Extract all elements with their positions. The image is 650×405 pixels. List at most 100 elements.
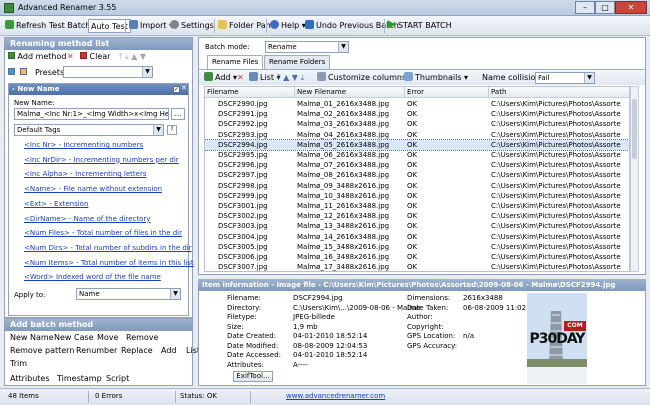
- delete-icon[interactable]: ✕: [67, 52, 74, 61]
- batch-method-new-name[interactable]: New Name: [10, 333, 54, 342]
- cell-filename: DSCF2998.jpg: [218, 181, 268, 190]
- tag-link[interactable]: <Inc NrDir> - Incrementing numbers per d…: [24, 156, 179, 164]
- table-row[interactable]: ✓DSCF3006.jpgMalmø_16_3488x2616.jpgOKC:\…: [205, 252, 629, 262]
- folder-panel-button[interactable]: Folder Panel: [218, 19, 278, 33]
- batch-method-timestamp[interactable]: Timestamp: [57, 374, 102, 383]
- cell-path: C:\Users\Kim\Pictures\Photos\Assorte: [491, 161, 621, 170]
- panel-title: Renaming method list: [5, 38, 192, 50]
- cell-new-filename: Malmø_08_2616x3488.jpg: [297, 171, 390, 180]
- file-grid-scrollbar[interactable]: [630, 86, 639, 272]
- tag-link[interactable]: <Num Files> - Total number of files in t…: [24, 229, 182, 237]
- tag-picker-button[interactable]: ...: [171, 108, 185, 120]
- tag-link[interactable]: <Word> Indexed word of the file name: [24, 273, 161, 281]
- table-row[interactable]: ✓DSCF3001.jpgMalmø_11_2616x3488.jpgOKC:\…: [205, 201, 629, 211]
- table-row[interactable]: ✓DSCF2993.jpgMalmø_04_2616x3488.jpgOKC:\…: [205, 130, 629, 140]
- table-row[interactable]: ✓DSCF3007.jpgMalmø_17_3488x2616.jpgOKC:\…: [205, 262, 629, 271]
- batch-method-replace[interactable]: Replace: [121, 346, 153, 355]
- chevron-down-icon: ▼: [584, 73, 594, 83]
- batch-method-remove-pattern[interactable]: Remove pattern: [10, 346, 74, 355]
- table-row[interactable]: ✓DSCF2995.jpgMalmø_06_2616x3488.jpgOKC:\…: [205, 150, 629, 160]
- batch-method-remove[interactable]: Remove: [126, 333, 158, 342]
- website-link[interactable]: www.advancedrenamer.com: [286, 392, 385, 400]
- batch-method-attributes[interactable]: Attributes: [10, 374, 50, 383]
- info-label: Date Modified:: [227, 341, 279, 350]
- close-button[interactable]: ✕: [615, 1, 647, 14]
- column-header-path[interactable]: Path: [489, 87, 629, 98]
- image-thumbnail: COM P30DAY: [527, 293, 587, 384]
- table-row[interactable]: ✓DSCF2997.jpgMalmø_08_2616x3488.jpgOKC:\…: [205, 170, 629, 180]
- table-row[interactable]: ✓DSCF2992.jpgMalmø_03_2616x3488.jpgOKC:\…: [205, 119, 629, 129]
- tag-link[interactable]: <DirName> - Name of the directory: [24, 215, 150, 223]
- settings-button[interactable]: Settings: [170, 19, 214, 33]
- column-header-error[interactable]: Error: [405, 87, 489, 98]
- cell-path: C:\Users\Kim\Pictures\Photos\Assorte: [491, 181, 621, 190]
- table-row[interactable]: ✓DSCF3004.jpgMalmø_14_2616x3488.jpgOKC:\…: [205, 232, 629, 242]
- method-enabled-checkbox[interactable]: ✓: [173, 86, 180, 93]
- table-row[interactable]: ✓DSCF3002.jpgMalmø_12_2616x3488.jpgOKC:\…: [205, 211, 629, 221]
- batch-method-move[interactable]: Move: [97, 333, 118, 342]
- table-row[interactable]: ✓DSCF2991.jpgMalmø_02_2616x3488.jpgOKC:\…: [205, 109, 629, 119]
- save-preset-icon[interactable]: [8, 68, 15, 77]
- column-header-filename[interactable]: Filename: [205, 87, 295, 98]
- tag-help-icon[interactable]: ?: [167, 125, 177, 135]
- start-batch-button[interactable]: START BATCH: [387, 19, 452, 33]
- thumbnails-button[interactable]: Thumbnails ▾: [404, 71, 468, 85]
- maximize-button[interactable]: □: [595, 1, 615, 14]
- collision-rule-select[interactable]: Fail ▼: [535, 72, 595, 84]
- cell-error: OK: [407, 212, 418, 221]
- scrollbar-thumb[interactable]: [632, 99, 637, 159]
- table-row[interactable]: ✓DSCF3003.jpgMalmø_13_3488x2616.jpgOKC:\…: [205, 221, 629, 231]
- batch-method-renumber[interactable]: Renumber: [76, 346, 117, 355]
- presets-select[interactable]: ▼: [63, 66, 153, 78]
- table-row[interactable]: ✓DSCF2996.jpgMalmø_07_2616x3488.jpgOKC:\…: [205, 160, 629, 170]
- add-icon: [8, 52, 15, 59]
- clear-button[interactable]: Clear: [80, 52, 110, 61]
- tags-select[interactable]: Default Tags ▼: [14, 124, 164, 136]
- table-row[interactable]: ✓DSCF2994.jpgMalmø_05_2616x3488.jpgOKC:\…: [205, 138, 629, 152]
- batch-method-new-case[interactable]: New Case: [54, 333, 94, 342]
- column-header-new-filename[interactable]: New Filename: [295, 87, 405, 98]
- list-toolbar: Add ▾ ✕ List ▾ ⤒ ▲ ▼ ⤓ Customize columns…: [199, 69, 645, 85]
- cell-error: OK: [407, 151, 418, 159]
- tag-link[interactable]: <Num Items> - Total number of items in t…: [24, 259, 194, 267]
- exiftool-button[interactable]: ExifTool...: [233, 371, 273, 382]
- minimize-button[interactable]: –: [575, 1, 595, 14]
- move-arrows-icon[interactable]: ⤒ ⤓ ▲ ▼: [119, 52, 146, 62]
- tag-link[interactable]: <Ext> - Extension: [24, 200, 88, 208]
- batch-method-trim[interactable]: Trim: [10, 359, 27, 368]
- load-preset-icon[interactable]: [20, 68, 27, 77]
- tab-rename-folders[interactable]: Rename Folders: [264, 55, 331, 69]
- move-rows-icon[interactable]: ⤒ ▲ ▼ ⤓: [277, 71, 304, 85]
- remove-icon[interactable]: ✕: [237, 71, 244, 85]
- add-files-menu[interactable]: Add ▾: [204, 71, 237, 85]
- tab-rename-files[interactable]: Rename Files: [207, 55, 264, 69]
- customize-columns-button[interactable]: Customize columns: [317, 71, 406, 85]
- cell-filename: DSCF3002.jpg: [218, 212, 268, 221]
- refresh-button[interactable]: Refresh: [5, 19, 46, 33]
- table-row[interactable]: ✓DSCF2999.jpgMalmø_10_3488x2616.jpgOKC:\…: [205, 191, 629, 201]
- tag-link[interactable]: <Num Dirs> - Total number of subdirs in …: [24, 244, 192, 252]
- cell-new-filename: Malmø_01_2616x3488.jpg: [297, 100, 390, 108]
- table-row[interactable]: ✓DSCF2998.jpgMalmø_09_3488x2616.jpgOKC:\…: [205, 181, 629, 191]
- list-menu[interactable]: List ▾: [249, 71, 281, 85]
- add-method-button[interactable]: Add method: [8, 52, 66, 61]
- tag-link[interactable]: <Inc Nr> - Incrementing numbers: [24, 141, 143, 149]
- batch-method-add[interactable]: Add: [161, 346, 177, 355]
- cell-filename: DSCF2992.jpg: [218, 120, 268, 129]
- cell-new-filename: Malmø_04_2616x3488.jpg: [297, 130, 390, 139]
- method-close-icon[interactable]: ✕: [181, 84, 187, 92]
- batch-mode-select[interactable]: Rename ▼: [265, 41, 349, 53]
- new-name-input[interactable]: Malmø_<Inc Nr:1>_<Img Width>x<Img Height…: [14, 108, 169, 120]
- table-row[interactable]: ✓DSCF2990.jpgMalmø_01_2616x3488.jpgOKC:\…: [205, 99, 629, 109]
- test-batch-button[interactable]: Test Batch: [49, 19, 90, 33]
- renaming-method-panel: Renaming method list Add method ✕ Clear …: [4, 37, 194, 318]
- apply-to-select[interactable]: Name ▼: [76, 288, 181, 300]
- tag-link[interactable]: <Name> - File name without extension: [24, 185, 162, 193]
- import-menu[interactable]: Import ▾: [129, 19, 173, 33]
- cell-filename: DSCF2999.jpg: [218, 191, 268, 200]
- batch-method-script[interactable]: Script: [106, 374, 129, 383]
- tag-link[interactable]: <Inc Alpha> - Incrementing letters: [24, 170, 147, 178]
- table-row[interactable]: ✓DSCF3005.jpgMalmø_15_3488x2616.jpgOKC:\…: [205, 242, 629, 252]
- help-menu[interactable]: Help ▾: [270, 19, 306, 33]
- cell-path: C:\Users\Kim\Pictures\Photos\Assorte: [491, 110, 621, 119]
